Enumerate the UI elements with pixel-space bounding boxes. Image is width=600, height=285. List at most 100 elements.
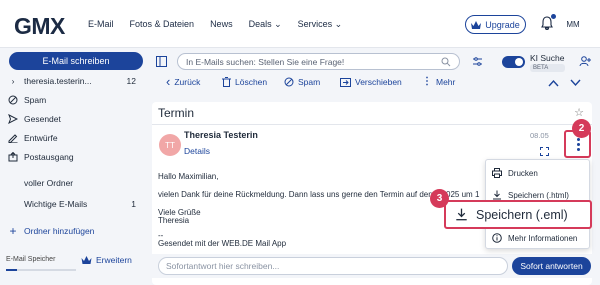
sender-name[interactable]: Theresia Testerin — [184, 130, 258, 140]
quick-reply-button[interactable]: Sofort antworten — [512, 257, 591, 275]
more-vertical-icon: ⋮ — [422, 76, 432, 87]
spam-icon — [6, 95, 20, 105]
filter-icon[interactable] — [472, 56, 483, 67]
ki-label: KI Suche — [530, 53, 565, 63]
user-avatar[interactable]: MM — [562, 13, 584, 35]
search-input[interactable]: In E-Mails suchen: Stellen Sie eine Frag… — [177, 53, 460, 70]
sidebar-item-label: Spam — [24, 95, 47, 105]
mail-body-line: Hallo Maximilian, — [158, 172, 219, 181]
storage-fill — [6, 269, 17, 271]
info-icon — [486, 233, 508, 243]
menu-item-label: Speichern (.eml) — [476, 207, 568, 222]
delete-button[interactable]: Löschen — [222, 77, 267, 87]
spam-button[interactable]: Spam — [284, 77, 320, 87]
details-link[interactable]: Details — [184, 146, 210, 156]
plus-icon: + — [9, 224, 17, 238]
add-folder-label: Ordner hinzufügen — [24, 226, 95, 236]
sidebar-item-label: voller Ordner — [24, 178, 74, 188]
pencil-icon — [6, 133, 20, 143]
back-label: Zurück — [174, 77, 201, 87]
mail-toolbar: ‹ Zurück Löschen Spam Verschieben ⋮ Mehr — [146, 75, 600, 93]
quick-reply-input[interactable]: Sofortantwort hier schreiben... — [158, 257, 508, 275]
mail-body-line: Gesendet mit der WEB.DE Mail App — [158, 239, 287, 248]
expand-storage-button[interactable]: Erweitern — [81, 255, 132, 265]
sidebar-item-sent[interactable]: Gesendet — [6, 111, 142, 127]
back-button[interactable]: ‹ Zurück — [166, 74, 201, 89]
chevron-right-icon: › — [11, 76, 15, 86]
quick-reply-bar: Sofortantwort hier schreiben... Sofort a… — [152, 254, 594, 278]
unread-count: 1 — [131, 199, 136, 209]
trash-icon — [222, 77, 231, 87]
nav-news[interactable]: News — [210, 19, 233, 30]
menu-item-more-info[interactable]: Mehr Informationen — [486, 229, 591, 247]
main-nav: E-Mail Fotos & Dateien News Deals ⌄ Serv… — [88, 19, 358, 30]
fullscreen-icon[interactable] — [540, 147, 549, 156]
move-button[interactable]: Verschieben — [340, 77, 402, 87]
sidebar-item-important[interactable]: Wichtige E-Mails 1 — [6, 196, 142, 212]
download-icon — [446, 208, 476, 221]
sidebar-item-drafts[interactable]: Entwürfe — [6, 130, 142, 146]
storage-label: E-Mail Speicher — [6, 256, 56, 263]
chevron-left-icon: ‹ — [166, 74, 171, 89]
chevron-down-icon[interactable] — [570, 79, 581, 87]
add-contact-icon[interactable] — [579, 56, 591, 67]
mail-body-line: Theresia — [158, 216, 190, 225]
mail-subject: Termin — [158, 106, 195, 120]
nav-email[interactable]: E-Mail — [88, 19, 114, 30]
delete-label: Löschen — [235, 77, 268, 87]
nav-deals[interactable]: Deals ⌄ — [249, 19, 282, 30]
unread-count: 12 — [126, 76, 136, 86]
search-placeholder: In E-Mails suchen: Stellen Sie eine Frag… — [186, 56, 345, 67]
sidebar-item-label: Gesendet — [24, 114, 61, 124]
search-icon[interactable] — [441, 57, 451, 67]
storage-bar — [6, 269, 76, 271]
printer-icon — [486, 168, 508, 178]
gmx-logo[interactable]: GMX — [14, 13, 65, 40]
send-icon — [6, 114, 20, 124]
more-label: Mehr — [436, 77, 456, 87]
expand-label: Erweitern — [96, 255, 132, 265]
beta-badge: BETA — [530, 64, 565, 72]
outbox-icon — [6, 152, 20, 162]
divider — [152, 124, 592, 125]
crown-icon — [81, 256, 92, 264]
add-folder-link[interactable]: + Ordner hinzufügen — [6, 223, 142, 239]
upgrade-button[interactable]: Upgrade — [465, 15, 526, 34]
crown-icon — [471, 20, 482, 29]
step-badge-2: 2 — [572, 119, 591, 138]
sidebar-item-label: Postausgang — [24, 152, 74, 162]
sidebar-item-account[interactable]: › theresia.testerin... 12 — [6, 73, 142, 89]
sidebar-item-full-folder[interactable]: voller Ordner — [6, 175, 142, 191]
download-icon — [486, 190, 508, 200]
step-badge-3: 3 — [430, 189, 449, 208]
more-button[interactable]: ⋮ Mehr — [422, 76, 456, 88]
nav-services[interactable]: Services ⌄ — [298, 19, 343, 30]
compose-button[interactable]: E-Mail schreiben — [9, 52, 143, 70]
search-row: In E-Mails suchen: Stellen Sie eine Frag… — [146, 51, 600, 72]
menu-item-print[interactable]: Drucken — [486, 164, 591, 182]
sidebar-item-spam[interactable]: Spam — [6, 92, 142, 108]
ki-search-toggle[interactable] — [502, 56, 525, 68]
chevron-up-icon[interactable] — [548, 79, 559, 87]
menu-item-label: Speichern (.html) — [508, 190, 569, 200]
mail-date: 08.05 — [530, 131, 549, 140]
menu-item-save-eml[interactable]: Speichern (.eml) — [444, 200, 592, 229]
upgrade-label: Upgrade — [485, 19, 520, 30]
sidebar-toggle-icon[interactable] — [156, 56, 167, 67]
move-label: Verschieben — [355, 77, 402, 87]
mail-body-text: vielen Dank für deine Rückmeldung. Dann … — [158, 190, 447, 199]
sidebar-item-outbox[interactable]: Postausgang — [6, 149, 142, 165]
sidebar: E-Mail schreiben › theresia.testerin... … — [0, 48, 146, 285]
mail-body-fragment: 025 um 1 — [446, 190, 480, 199]
top-bar: GMX E-Mail Fotos & Dateien News Deals ⌄ … — [0, 0, 600, 48]
nav-photos-files[interactable]: Fotos & Dateien — [130, 19, 195, 30]
sidebar-item-label: Wichtige E-Mails — [24, 199, 88, 209]
sidebar-item-label: Entwürfe — [24, 133, 58, 143]
move-icon — [340, 78, 351, 87]
star-icon[interactable]: ☆ — [574, 106, 584, 119]
quick-reply-placeholder: Sofortantwort hier schreiben... — [166, 261, 280, 271]
notification-dot — [551, 14, 556, 19]
sidebar-item-label: theresia.testerin... — [24, 76, 92, 86]
menu-item-label: Drucken — [508, 168, 538, 178]
more-vertical-icon — [577, 138, 580, 151]
